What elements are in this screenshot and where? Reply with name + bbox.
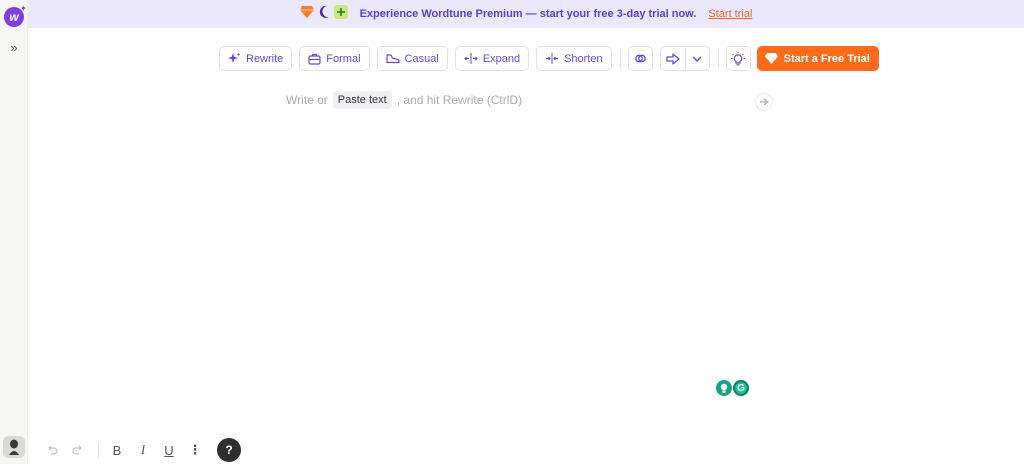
format-bar: B I U ⋮ ? [40, 438, 241, 462]
shorten-arrows-icon [546, 53, 559, 64]
placeholder-after: , and hit Rewrite (CtrlD) [396, 93, 523, 107]
continue-button[interactable] [661, 47, 685, 70]
link-icon [634, 54, 646, 63]
link-button[interactable] [627, 46, 653, 71]
diamond-icon [299, 5, 314, 23]
arrow-right-icon [665, 52, 680, 65]
plus-sparkle-icon: ✦ [20, 4, 27, 13]
rewrite-toolbar: Rewrite Formal Casual Expand Shorten Sta… [219, 46, 879, 71]
expand-arrows-icon [463, 53, 478, 64]
toolbar-divider [619, 48, 621, 69]
start-free-trial-button[interactable]: Start a Free Trial [756, 46, 879, 71]
help-button[interactable]: ? [217, 438, 241, 462]
left-sidebar: w ✦ » [0, 0, 28, 464]
editor-placeholder[interactable]: Write or Paste text , and hit Rewrite (C… [286, 91, 522, 109]
assistant-bulb-widget[interactable] [716, 380, 732, 396]
continue-split-button [659, 46, 710, 71]
more-options-icon[interactable]: ⋮ [183, 438, 207, 462]
casual-button[interactable]: Casual [376, 46, 448, 71]
expand-button[interactable]: Expand [454, 46, 530, 71]
undo-icon [48, 445, 58, 455]
paste-text-button[interactable]: Paste text [332, 91, 392, 109]
briefcase-icon [308, 53, 321, 65]
continue-dropdown[interactable] [684, 47, 709, 70]
lightbulb-icon [731, 51, 746, 65]
submit-arrow-button[interactable] [756, 94, 772, 110]
toolbar-divider [717, 48, 719, 69]
shorten-label: Shorten [564, 52, 603, 65]
diamond-icon [764, 53, 778, 64]
format-divider [98, 442, 99, 458]
redo-button[interactable] [66, 438, 90, 462]
expand-label: Expand [482, 52, 521, 65]
shorten-button[interactable]: Shorten [536, 46, 612, 71]
avatar[interactable] [3, 436, 25, 458]
rewrite-label: Rewrite [246, 52, 284, 65]
moon-icon [318, 5, 330, 24]
expand-sidebar-icon[interactable]: » [6, 39, 22, 55]
premium-banner: Experience Wordtune Premium — start your… [28, 0, 1024, 28]
cta-label: Start a Free Trial [783, 52, 870, 65]
arrow-right-icon [759, 98, 769, 106]
banner-text: Experience Wordtune Premium — start your… [359, 8, 697, 20]
redo-icon [72, 445, 82, 455]
banner-icons [299, 4, 352, 24]
casual-label: Casual [404, 52, 439, 65]
underline-button[interactable]: U [157, 438, 181, 462]
italic-button[interactable]: I [131, 438, 155, 462]
formal-button[interactable]: Formal [299, 46, 370, 71]
placeholder-before: Write or [286, 93, 328, 107]
plus-badge-icon [333, 4, 348, 24]
grammarly-widget[interactable]: G [733, 380, 749, 396]
lightbulb-icon [720, 383, 728, 393]
formal-label: Formal [326, 52, 361, 65]
chevron-down-icon [692, 56, 702, 62]
undo-button[interactable] [40, 438, 64, 462]
ideas-button[interactable] [725, 46, 751, 71]
sneaker-icon [385, 54, 400, 64]
rewrite-button[interactable]: Rewrite [219, 46, 293, 71]
start-trial-link[interactable]: Start trial [708, 8, 752, 20]
bold-button[interactable]: B [105, 438, 129, 462]
sparkle-icon [228, 52, 241, 63]
